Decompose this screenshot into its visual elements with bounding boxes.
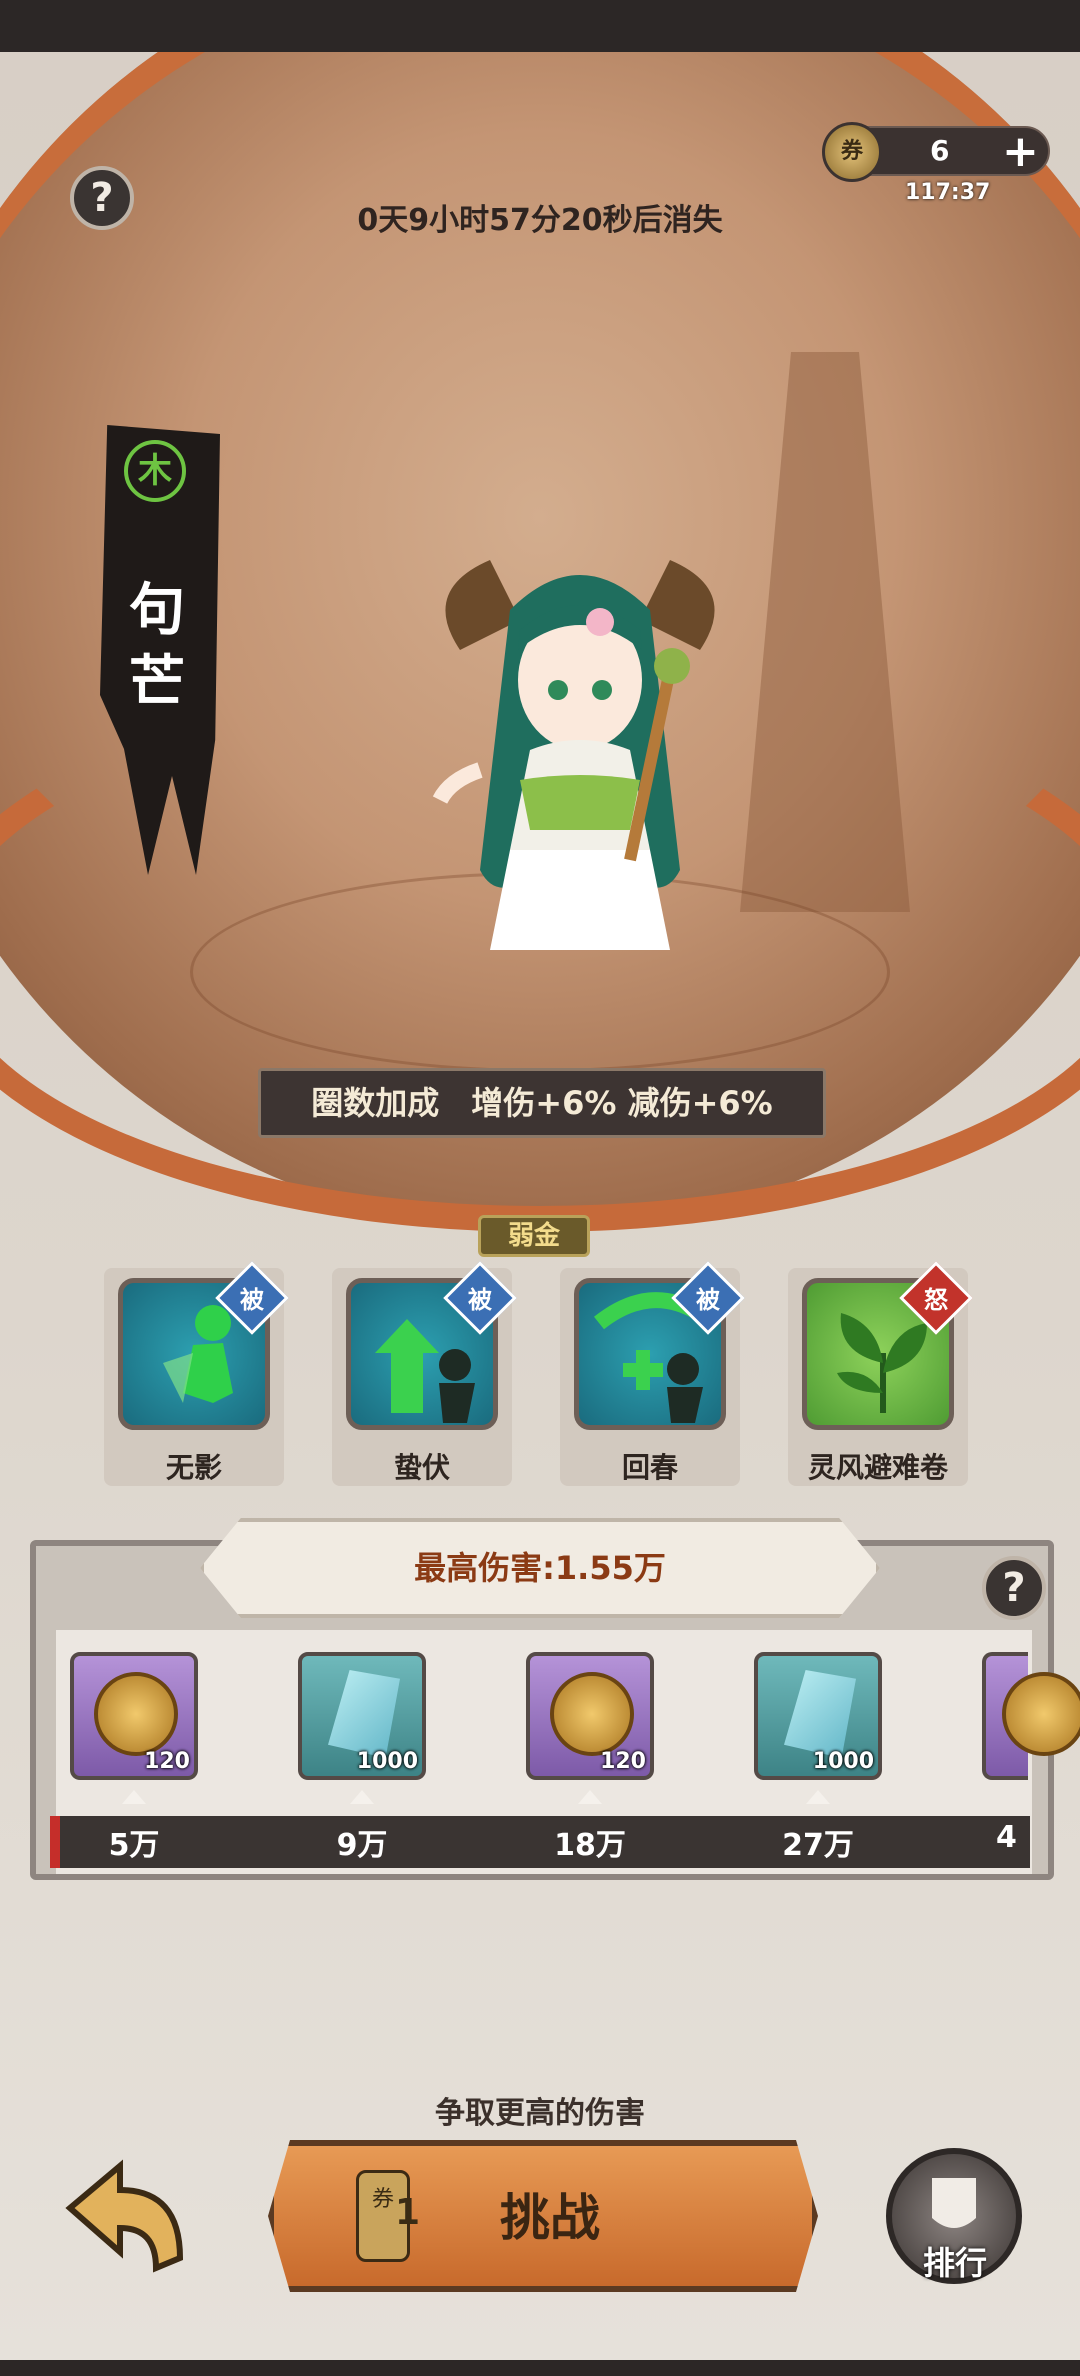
coin-icon <box>94 1672 178 1756</box>
milestone-label: 4 <box>996 1820 1017 1855</box>
ticket-count: 6 <box>930 134 950 167</box>
skill-tag-text: 怒 <box>924 1286 948 1314</box>
hero-name: 句芒 <box>129 578 185 715</box>
skill-slot-3[interactable]: 被 回春 <box>560 1261 745 1486</box>
reward-count: 120 <box>144 1749 190 1774</box>
skill-tag-text: 被 <box>468 1286 492 1314</box>
coin-icon <box>1002 1672 1080 1756</box>
milestone-marker <box>806 1790 830 1804</box>
ranking-label: 排行 <box>922 2244 987 2282</box>
milestone-label: 18万 <box>554 1828 626 1863</box>
jade-icon <box>784 1670 856 1758</box>
skill-slot-1[interactable]: 被 无影 <box>104 1261 289 1486</box>
reward-coin[interactable] <box>982 1652 1080 1780</box>
navigation-bar <box>0 2360 1080 2376</box>
max-damage-banner: 最高伤害:1.55万 <box>200 1518 880 1618</box>
reward-jade[interactable]: 1000 <box>298 1652 426 1780</box>
challenge-label: 挑战 <box>500 2189 600 2247</box>
challenge-ticket-count: 1 <box>395 2192 421 2233</box>
damage-progress-fill <box>50 1816 60 1868</box>
skill-name: 回春 <box>621 1451 678 1484</box>
milestone-label: 9万 <box>336 1828 388 1863</box>
skill-name: 无影 <box>165 1451 222 1484</box>
reward-count: 1000 <box>812 1749 874 1774</box>
hint-text: 争取更高的伤害 <box>435 2096 645 2131</box>
milestone-label: 5万 <box>108 1828 160 1863</box>
milestone-marker <box>122 1790 146 1804</box>
reward-coin[interactable]: 120 <box>70 1652 198 1780</box>
ticket-counter[interactable]: 券 6 + <box>822 122 1050 182</box>
skill-slot-4[interactable]: 怒 灵风避难卷 <box>788 1261 973 1486</box>
skill-name: 蛰伏 <box>393 1451 450 1484</box>
event-countdown: 0天9小时57分20秒后消失 <box>357 203 723 238</box>
hero-character[interactable] <box>400 530 760 1000</box>
boss-scene <box>0 52 1080 2360</box>
reward-count: 1000 <box>356 1749 418 1774</box>
milestone-label: 27万 <box>782 1828 854 1863</box>
milestone-marker <box>350 1790 374 1804</box>
coin-icon <box>550 1672 634 1756</box>
add-ticket-button[interactable]: + <box>1002 126 1039 177</box>
ticket-refresh-timer: 117:37 <box>905 180 991 205</box>
jade-icon <box>328 1670 400 1758</box>
skill-tag-text: 被 <box>696 1286 720 1314</box>
help-icon[interactable]: ? <box>70 166 134 230</box>
rewards-help-icon[interactable]: ? <box>982 1556 1046 1620</box>
reward-coin[interactable]: 120 <box>526 1652 654 1780</box>
lap-bonus-bar: 圈数加成 增伤+6% 减伤+6% <box>258 1068 826 1138</box>
reward-jade[interactable]: 1000 <box>754 1652 882 1780</box>
element-badge: 木 <box>124 440 186 502</box>
milestone-marker <box>578 1790 602 1804</box>
skill-name: 灵风避难卷 <box>807 1451 948 1484</box>
back-arrow-icon[interactable] <box>60 2158 190 2278</box>
scroll-ticket-icon: 券 <box>822 122 882 182</box>
weakness-badge: 弱金 <box>478 1215 590 1257</box>
skill-slot-2[interactable]: 被 蛰伏 <box>332 1261 517 1486</box>
reward-count: 120 <box>600 1749 646 1774</box>
status-bar <box>0 0 1080 52</box>
skill-tag-text: 被 <box>240 1286 264 1314</box>
